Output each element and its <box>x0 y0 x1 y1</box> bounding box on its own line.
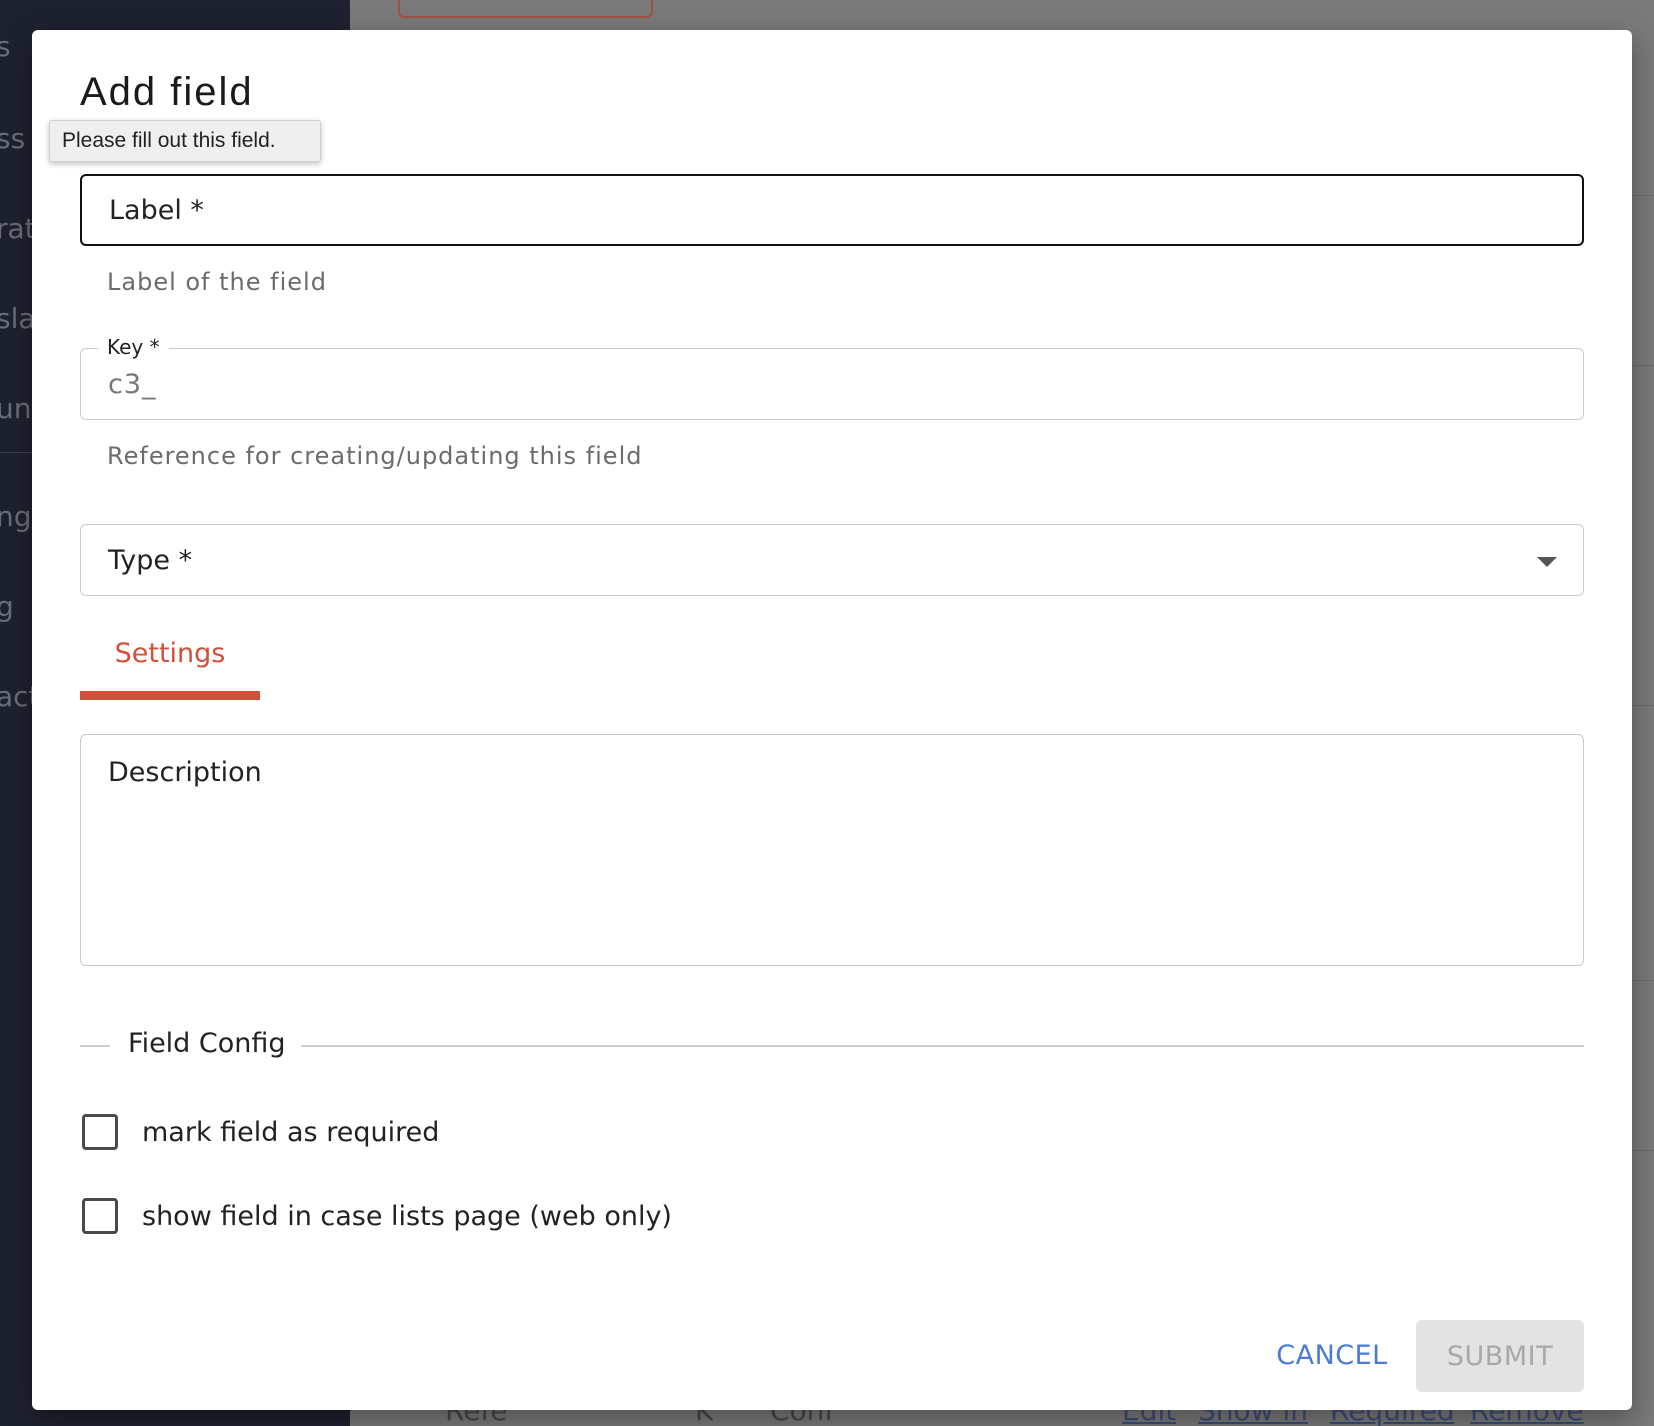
description-label: Description <box>108 757 262 788</box>
chevron-down-icon[interactable] <box>1537 557 1557 567</box>
required-checkbox-label[interactable]: mark field as required <box>142 1117 439 1148</box>
type-select-label: Type * <box>108 544 193 576</box>
key-input[interactable]: Key * c3_ <box>80 335 1584 420</box>
background-divider <box>1632 1150 1654 1151</box>
tab-settings[interactable]: Settings <box>80 626 260 690</box>
background-button <box>398 0 653 18</box>
sidebar-item[interactable]: s <box>0 30 11 63</box>
required-checkbox[interactable] <box>82 1114 118 1150</box>
show-in-list-checkbox-label[interactable]: show field in case lists page (web only) <box>142 1201 672 1232</box>
add-field-dialog: Add field Label * Label of the field Key… <box>32 30 1632 1410</box>
label-helper-text: Label of the field <box>107 268 327 296</box>
cancel-button[interactable]: CANCEL <box>1262 1320 1402 1390</box>
show-in-list-checkbox-row[interactable]: show field in case lists page (web only) <box>82 1198 672 1234</box>
show-in-list-checkbox[interactable] <box>82 1198 118 1234</box>
section-divider <box>301 1045 1584 1047</box>
label-input[interactable]: Label * <box>80 174 1584 246</box>
key-helper-text: Reference for creating/updating this fie… <box>107 442 643 470</box>
sidebar-item[interactable]: g <box>0 590 14 623</box>
label-input-label: Label * <box>109 194 204 226</box>
required-checkbox-row[interactable]: mark field as required <box>82 1114 439 1150</box>
key-input-value: c3_ <box>108 368 157 400</box>
submit-button[interactable]: SUBMIT <box>1416 1320 1584 1392</box>
background-divider <box>1632 705 1654 706</box>
sidebar-item[interactable]: rat <box>0 212 36 245</box>
description-textarea[interactable]: Description <box>80 734 1584 966</box>
tab-active-indicator <box>80 691 260 700</box>
dialog-title: Add field <box>80 70 254 114</box>
field-config-section: Field Config <box>80 1028 1584 1064</box>
background-divider <box>1632 195 1654 196</box>
validation-tooltip: Please fill out this field. <box>49 120 321 162</box>
sidebar-item[interactable]: un <box>0 392 32 425</box>
background-divider <box>1632 980 1654 981</box>
background-divider <box>1632 365 1654 366</box>
section-divider <box>80 1045 110 1047</box>
type-select[interactable]: Type * <box>80 524 1584 596</box>
field-config-title: Field Config <box>128 1028 286 1059</box>
